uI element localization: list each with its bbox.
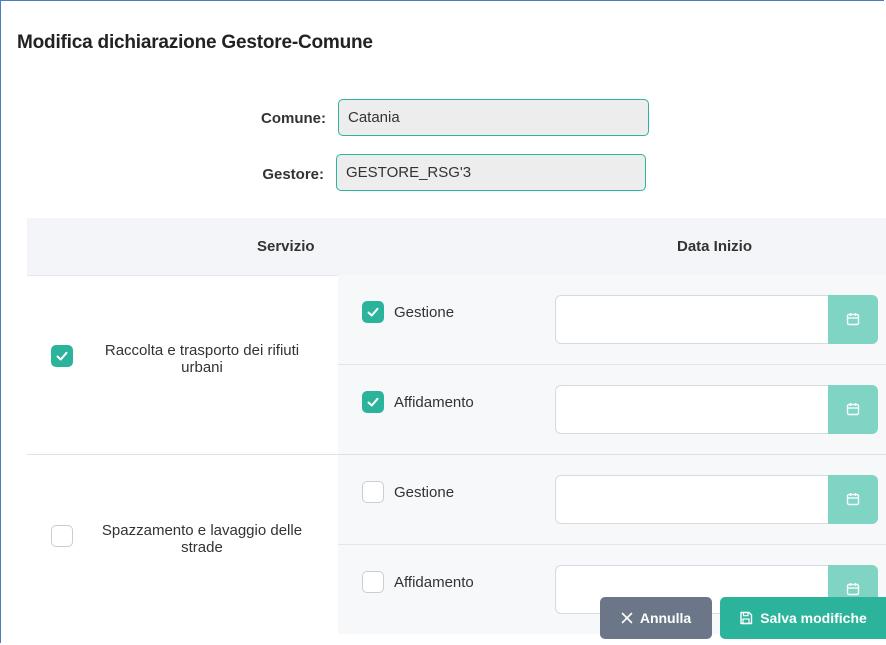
calendar-button[interactable]	[828, 475, 878, 524]
affidamento-checkbox[interactable]	[362, 391, 384, 413]
table-header: Servizio Data Inizio	[27, 218, 886, 276]
gestore-field[interactable]: GESTORE_RSG'3	[336, 154, 646, 191]
service-cell: Raccolta e trasporto dei rifiuti urbani	[27, 275, 338, 454]
calendar-icon	[846, 493, 860, 506]
date-input[interactable]	[555, 475, 829, 524]
save-icon	[740, 611, 753, 625]
service-label-line2: urbani	[181, 359, 223, 376]
calendar-button[interactable]	[828, 385, 878, 434]
header-servizio: Servizio	[257, 238, 315, 255]
save-button-label: Salva modifiche	[760, 610, 867, 626]
service-label-line2: strade	[181, 539, 223, 556]
cancel-button-label: Annulla	[639, 610, 692, 626]
service-cell: Spazzamento e lavaggio delle strade	[27, 455, 338, 634]
gestione-label: Gestione	[394, 304, 455, 321]
save-button[interactable]: Salva modifiche	[720, 597, 886, 639]
option-row-gestione: Gestione	[338, 275, 886, 364]
service-checkbox[interactable]	[51, 345, 73, 367]
header-data-inizio: Data Inizio	[677, 238, 753, 255]
service-label-line1: Raccolta e trasporto dei rifiuti	[104, 342, 300, 359]
calendar-icon	[846, 313, 860, 326]
comune-field[interactable]: Catania	[338, 99, 649, 136]
service-label-line1: Spazzamento e lavaggio delle	[101, 522, 303, 539]
affidamento-label: Affidamento	[394, 574, 474, 591]
cancel-button[interactable]: Annulla	[600, 597, 712, 639]
table-row: Raccolta e trasporto dei rifiuti urbani …	[27, 275, 886, 454]
dialog-title: Modifica dichiarazione Gestore-Comune	[17, 32, 373, 53]
date-input[interactable]	[555, 295, 829, 344]
comune-label: Comune:	[261, 110, 326, 127]
date-input[interactable]	[555, 385, 829, 434]
gestore-label: Gestore:	[262, 166, 324, 183]
option-row-gestione: Gestione	[338, 455, 886, 544]
gestione-checkbox[interactable]	[362, 301, 384, 323]
calendar-button[interactable]	[828, 295, 878, 344]
service-label: Raccolta e trasporto dei rifiuti urbani	[82, 342, 322, 376]
affidamento-checkbox[interactable]	[362, 571, 384, 593]
check-icon	[367, 307, 379, 317]
calendar-icon	[846, 403, 860, 416]
gestione-checkbox[interactable]	[362, 481, 384, 503]
calendar-icon	[846, 583, 860, 596]
gestione-label: Gestione	[394, 484, 455, 501]
affidamento-label: Affidamento	[394, 394, 474, 411]
option-row-affidamento: Affidamento	[338, 364, 886, 454]
service-label: Spazzamento e lavaggio delle strade	[82, 522, 322, 556]
check-icon	[367, 397, 379, 407]
close-icon	[621, 612, 633, 624]
service-checkbox[interactable]	[51, 525, 73, 547]
check-icon	[56, 351, 68, 361]
